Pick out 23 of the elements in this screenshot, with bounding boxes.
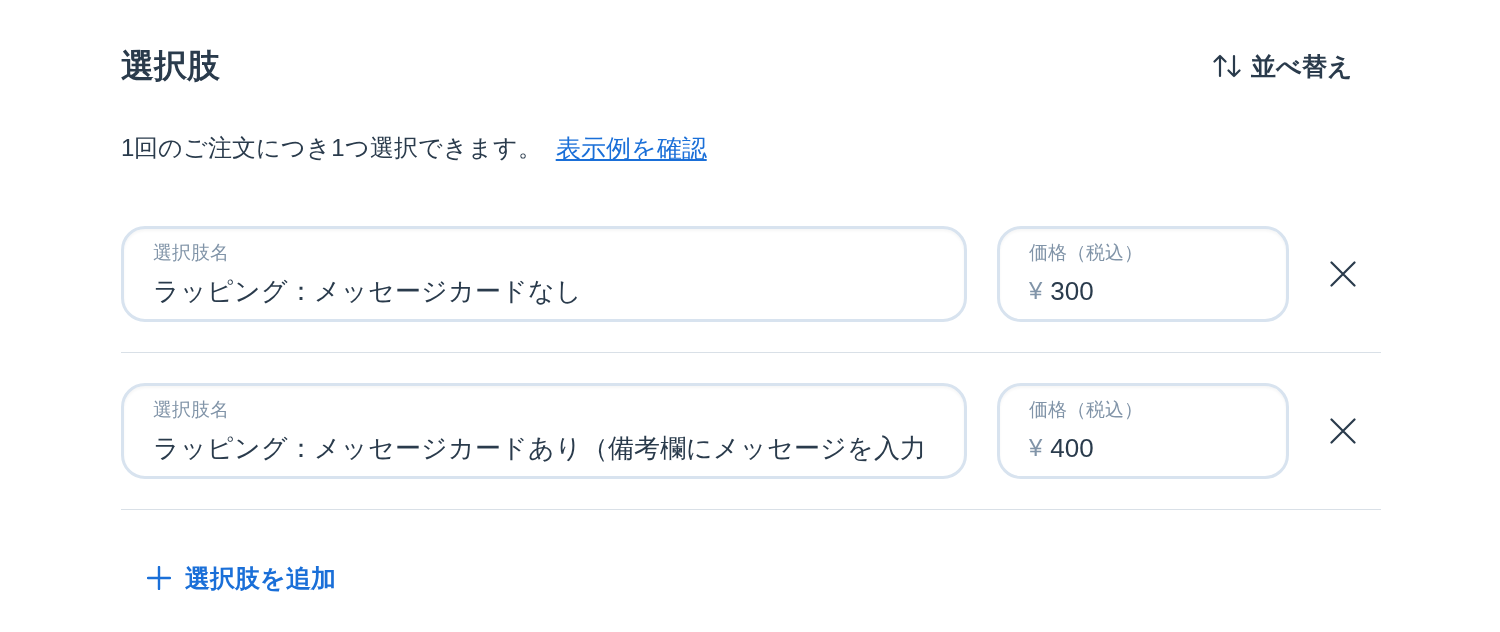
sort-icon	[1213, 54, 1241, 78]
close-icon	[1330, 261, 1356, 287]
currency-symbol: ¥	[1029, 276, 1043, 306]
section-title: 選択肢	[121, 46, 220, 86]
add-option-button[interactable]: 選択肢を追加	[147, 560, 336, 596]
plus-icon	[147, 566, 171, 590]
description-text: 1回のご注文につき1つ選択できます。	[121, 133, 542, 163]
sort-button[interactable]: 並べ替え	[1213, 48, 1353, 84]
example-link[interactable]: 表示例を確認	[555, 130, 707, 166]
field-value: 400	[1050, 432, 1094, 465]
field-label: 価格（税込）	[1029, 241, 1143, 265]
option-name-field[interactable]: 選択肢名 ラッピング：メッセージカードなし	[121, 226, 967, 322]
field-label: 選択肢名	[153, 241, 230, 265]
field-value: ラッピング：メッセージカードあり（備考欄にメッセージを入力	[153, 432, 926, 465]
option-name-field[interactable]: 選択肢名 ラッピング：メッセージカードあり（備考欄にメッセージを入力	[121, 383, 967, 479]
field-value: ラッピング：メッセージカードなし	[153, 275, 582, 308]
price-field[interactable]: 価格（税込） ¥ 300	[997, 226, 1289, 322]
currency-symbol: ¥	[1029, 433, 1043, 463]
price-field[interactable]: 価格（税込） ¥ 400	[997, 383, 1289, 479]
close-icon	[1330, 418, 1356, 444]
field-label: 選択肢名	[153, 398, 230, 422]
field-label: 価格（税込）	[1029, 398, 1143, 422]
field-value: 300	[1050, 275, 1094, 308]
